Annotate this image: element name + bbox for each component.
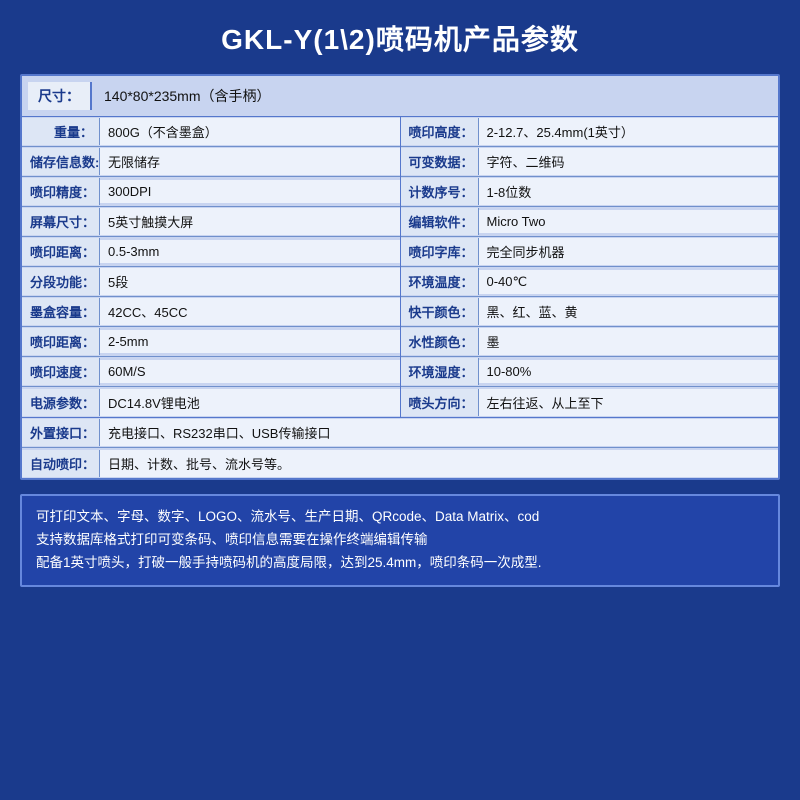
right-param-row: 环境温度： 0-40℃ <box>401 267 779 297</box>
param-label: 喷印精度： <box>22 178 100 205</box>
right-param-row: 快干颜色： 黑、红、蓝、黄 <box>401 297 779 327</box>
param-label: 可变数据： <box>401 148 479 175</box>
main-table: 尺寸： 140*80*235mm（含手柄） 重量： 800G（不含墨盒） 储存信… <box>20 74 780 480</box>
left-param-row: 喷印距离： 2-5mm <box>22 327 400 357</box>
param-value: 300DPI <box>100 180 400 203</box>
feature-line: 可打印文本、字母、数字、LOGO、流水号、生产日期、QRcode、Data Ma… <box>36 506 764 529</box>
right-param-row: 喷印高度： 2-12.7、25.4mm(1英寸） <box>401 117 779 147</box>
param-value: 5段 <box>100 268 400 295</box>
left-col: 重量： 800G（不含墨盒） 储存信息数: 无限储存 喷印精度： 300DPI … <box>22 117 401 417</box>
param-label: 重量： <box>22 118 100 145</box>
param-value: 2-12.7、25.4mm(1英寸） <box>479 118 779 145</box>
left-param-row: 分段功能： 5段 <box>22 267 400 297</box>
left-param-row: 墨盒容量： 42CC、45CC <box>22 297 400 327</box>
param-label: 喷印高度： <box>401 118 479 145</box>
param-label: 编辑软件： <box>401 208 479 235</box>
ext-param-row: 自动喷印： 日期、计数、批号、流水号等。 <box>22 448 778 478</box>
left-param-row: 喷印距离： 0.5-3mm <box>22 237 400 267</box>
param-value: 0-40℃ <box>479 270 779 294</box>
param-value: DC14.8V锂电池 <box>100 389 400 416</box>
right-col: 喷印高度： 2-12.7、25.4mm(1英寸） 可变数据： 字符、二维码 计数… <box>401 117 779 417</box>
ext-label: 自动喷印： <box>22 450 100 477</box>
right-param-row: 计数序号： 1-8位数 <box>401 177 779 207</box>
param-value: 左右往返、从上至下 <box>479 389 779 416</box>
ext-value: 充电接口、RS232串口、USB传输接口 <box>100 419 778 446</box>
ext-label: 外置接口： <box>22 419 100 446</box>
bottom-rows: 外置接口： 充电接口、RS232串口、USB传输接口 自动喷印： 日期、计数、批… <box>22 418 778 478</box>
param-label: 喷头方向： <box>401 389 479 416</box>
right-param-row: 环境湿度： 10-80% <box>401 357 779 387</box>
param-value: 1-8位数 <box>479 178 779 205</box>
ext-param-row: 外置接口： 充电接口、RS232串口、USB传输接口 <box>22 418 778 448</box>
right-param-row: 喷印字库： 完全同步机器 <box>401 237 779 267</box>
param-value: 完全同步机器 <box>479 238 779 265</box>
param-label: 电源参数： <box>22 389 100 416</box>
param-label: 墨盒容量： <box>22 298 100 325</box>
param-value: 10-80% <box>479 360 779 383</box>
param-value: 2-5mm <box>100 330 400 353</box>
right-param-row: 喷头方向： 左右往返、从上至下 <box>401 387 779 417</box>
param-value: 字符、二维码 <box>479 148 779 175</box>
param-value: 5英寸触摸大屏 <box>100 208 400 235</box>
param-value: 800G（不含墨盒） <box>100 118 400 145</box>
ext-value: 日期、计数、批号、流水号等。 <box>100 450 778 477</box>
left-param-row: 屏幕尺寸： 5英寸触摸大屏 <box>22 207 400 237</box>
feature-line: 配备1英寸喷头，打破一般手持喷码机的高度局限，达到25.4mm，喷印条码一次成型… <box>36 552 764 575</box>
param-value: Micro Two <box>479 210 779 233</box>
size-row: 尺寸： 140*80*235mm（含手柄） <box>22 76 778 117</box>
param-label: 分段功能： <box>22 268 100 295</box>
param-value: 无限储存 <box>100 148 400 175</box>
param-label: 环境温度： <box>401 268 479 295</box>
param-label: 喷印距离： <box>22 328 100 355</box>
param-value: 黑、红、蓝、黄 <box>479 298 779 325</box>
right-param-row: 水性颜色： 墨 <box>401 327 779 357</box>
param-label: 环境湿度： <box>401 358 479 385</box>
param-label: 计数序号： <box>401 178 479 205</box>
param-label: 储存信息数: <box>22 148 100 175</box>
param-value: 墨 <box>479 328 779 355</box>
feature-line: 支持数据库格式打印可变条码、喷印信息需要在操作终端编辑传输 <box>36 529 764 552</box>
size-label: 尺寸： <box>28 82 92 110</box>
params-grid: 重量： 800G（不含墨盒） 储存信息数: 无限储存 喷印精度： 300DPI … <box>22 117 778 418</box>
feature-box: 可打印文本、字母、数字、LOGO、流水号、生产日期、QRcode、Data Ma… <box>20 494 780 587</box>
param-label: 屏幕尺寸： <box>22 208 100 235</box>
param-label: 快干颜色： <box>401 298 479 325</box>
left-param-row: 喷印精度： 300DPI <box>22 177 400 207</box>
param-label: 喷印字库： <box>401 238 479 265</box>
right-param-row: 编辑软件： Micro Two <box>401 207 779 237</box>
left-param-row: 储存信息数: 无限储存 <box>22 147 400 177</box>
param-value: 42CC、45CC <box>100 298 400 325</box>
param-value: 0.5-3mm <box>100 240 400 263</box>
right-param-row: 可变数据： 字符、二维码 <box>401 147 779 177</box>
param-value: 60M/S <box>100 360 400 383</box>
page-title: GKL-Y(1\2)喷码机产品参数 <box>221 18 579 58</box>
left-param-row: 电源参数： DC14.8V锂电池 <box>22 387 400 417</box>
left-param-row: 重量： 800G（不含墨盒） <box>22 117 400 147</box>
size-value: 140*80*235mm（含手柄） <box>104 86 271 106</box>
param-label: 喷印距离： <box>22 238 100 265</box>
param-label: 水性颜色： <box>401 328 479 355</box>
param-label: 喷印速度： <box>22 358 100 385</box>
left-param-row: 喷印速度： 60M/S <box>22 357 400 387</box>
